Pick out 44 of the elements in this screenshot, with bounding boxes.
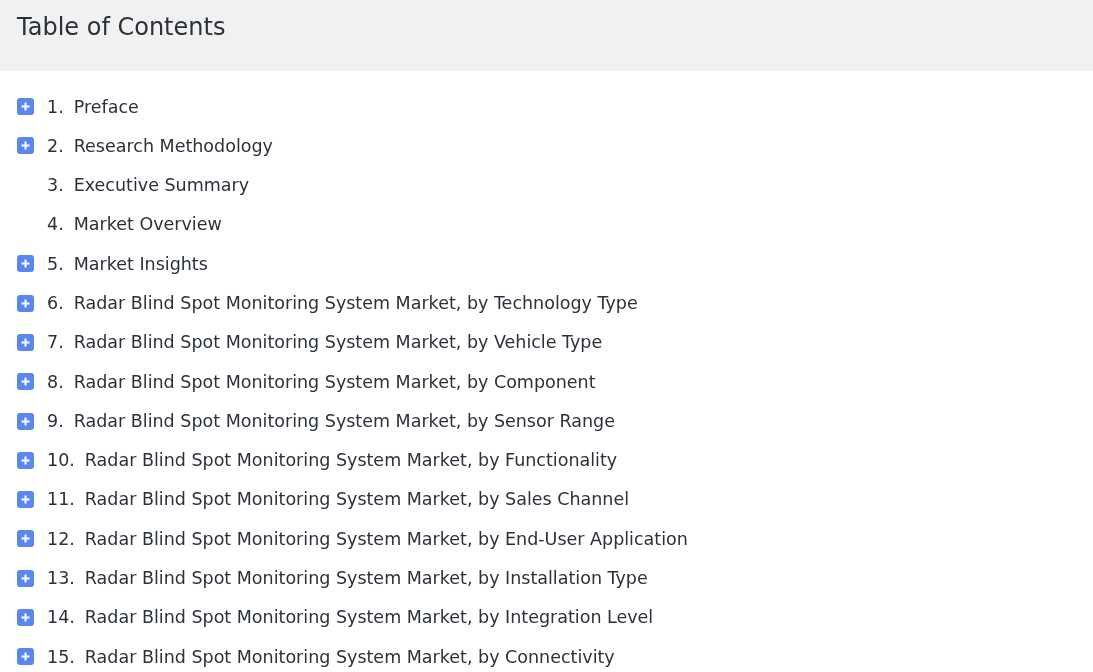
toc-link[interactable]: Market Insights <box>73 250 208 277</box>
item-number: 10. <box>47 449 75 473</box>
expand-icon[interactable] <box>17 294 34 312</box>
toc-link[interactable]: Market Overview <box>73 211 222 238</box>
item-number: 5. <box>47 252 64 276</box>
expand-icon[interactable] <box>17 412 34 430</box>
item-number: 15. <box>47 645 75 669</box>
item-number: 9. <box>47 409 64 433</box>
toc-link[interactable]: Radar Blind Spot Monitoring System Market, by Installation Type <box>84 565 648 592</box>
item-number: 6. <box>47 292 64 315</box>
expand-icon[interactable] <box>17 609 34 626</box>
toc-link[interactable]: Radar Blind Spot Monitoring System Market, by Connectivity <box>84 643 615 670</box>
expand-icon[interactable] <box>17 333 34 351</box>
item-number: 4. <box>47 213 64 237</box>
toc-link[interactable]: Radar Blind Spot Monitoring System Market, by Technology Type <box>73 290 638 317</box>
expand-icon[interactable] <box>17 530 34 548</box>
item-number: 2. <box>47 134 64 158</box>
expand-icon[interactable] <box>17 373 34 391</box>
toc-link[interactable]: Radar Blind Spot Monitoring System Market, by Component <box>73 368 596 395</box>
toc-link[interactable]: Radar Blind Spot Monitoring System Market, by Sensor Range <box>73 407 615 435</box>
item-number: 13. <box>47 567 75 591</box>
section-title: Table of Contents <box>17 13 227 42</box>
toc-link[interactable]: Radar Blind Spot Monitoring System Market, by Sales Channel <box>84 486 630 513</box>
expand-icon[interactable] <box>17 98 34 116</box>
toc-link[interactable]: Radar Blind Spot Monitoring System Market, by End-User Application <box>84 525 688 553</box>
item-number: 7. <box>47 331 64 355</box>
toc-link[interactable]: Preface <box>73 93 139 120</box>
expand-icon[interactable] <box>17 451 34 469</box>
toc-link[interactable]: Radar Blind Spot Monitoring System Market, by Functionality <box>84 447 618 474</box>
item-number: 11. <box>47 488 75 512</box>
toc-link[interactable]: Research Methodology <box>73 132 273 160</box>
expand-icon[interactable] <box>17 255 34 273</box>
item-number: 14. <box>47 606 75 630</box>
expand-icon[interactable] <box>17 491 34 509</box>
toc-link[interactable]: Radar Blind Spot Monitoring System Market, by Integration Level <box>84 604 654 631</box>
toc-link[interactable]: Radar Blind Spot Monitoring System Market, by Vehicle Type <box>73 329 603 356</box>
item-number: 1. <box>47 95 64 119</box>
toc-link[interactable]: Executive Summary <box>73 172 250 199</box>
expand-icon[interactable] <box>17 137 34 155</box>
item-number: 3. <box>47 174 64 198</box>
item-number: 12. <box>47 527 75 551</box>
expand-icon[interactable] <box>17 569 34 587</box>
expand-icon[interactable] <box>17 648 34 666</box>
item-number: 8. <box>47 370 64 394</box>
